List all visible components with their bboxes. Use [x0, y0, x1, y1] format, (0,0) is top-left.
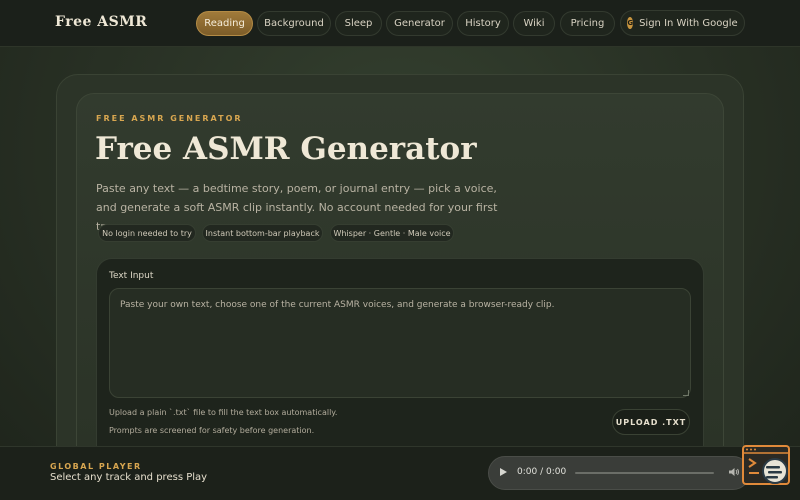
- nav-reading[interactable]: Reading: [196, 11, 253, 36]
- seek-bar[interactable]: [575, 472, 714, 474]
- player-eyebrow: GLOBAL PLAYER: [50, 462, 142, 471]
- signin-label: Sign In With Google: [639, 17, 738, 29]
- player-status: Select any track and press Play: [50, 472, 208, 483]
- google-signin-button[interactable]: G Sign In With Google: [620, 10, 745, 36]
- upload-txt-button[interactable]: UPLOAD .TXT: [612, 409, 690, 435]
- upload-hint: Upload a plain `.txt` file to fill the t…: [109, 408, 338, 417]
- nav-generator[interactable]: Generator: [386, 11, 453, 36]
- nav-sleep[interactable]: Sleep: [335, 11, 382, 36]
- feature-chip: Whisper · Gentle · Male voice: [330, 224, 454, 242]
- brand-logo[interactable]: Free ASMR: [55, 14, 147, 30]
- nav-background[interactable]: Background: [257, 11, 331, 36]
- feature-chip: No login needed to try: [98, 224, 196, 242]
- hero-eyebrow: FREE ASMR GENERATOR: [96, 114, 243, 123]
- google-icon: G: [627, 17, 634, 29]
- nav-wiki[interactable]: Wiki: [513, 11, 555, 36]
- play-icon[interactable]: [500, 468, 507, 476]
- text-input-label: Text Input: [109, 271, 154, 281]
- safety-hint: Prompts are screened for safety before g…: [109, 426, 315, 435]
- floating-menu-widget-icon[interactable]: [742, 445, 790, 487]
- page-title: Free ASMR Generator: [95, 131, 477, 167]
- nav-pricing[interactable]: Pricing: [560, 11, 615, 36]
- feature-chip: Instant bottom-bar playback: [202, 224, 323, 242]
- resize-handle-icon[interactable]: [683, 390, 689, 396]
- volume-icon[interactable]: [728, 466, 740, 478]
- playback-time: 0:00 / 0:00: [517, 467, 567, 477]
- text-input-field[interactable]: [109, 288, 691, 398]
- nav-history[interactable]: History: [457, 11, 509, 36]
